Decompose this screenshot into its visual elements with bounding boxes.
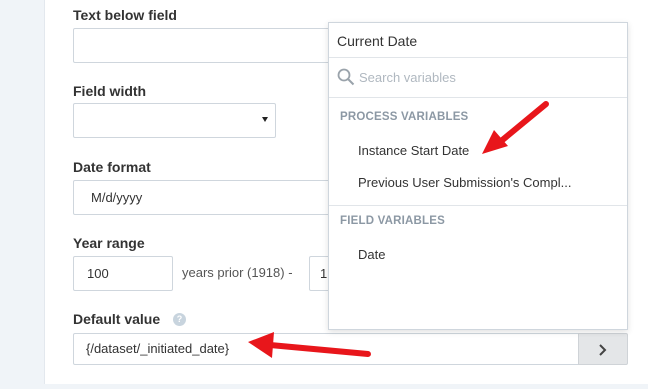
search-variables-input[interactable] [359,67,619,87]
year-range-prior-input[interactable]: 100 [73,256,173,291]
group-process-variables: PROCESS VARIABLES [340,111,469,123]
group-field-variables: FIELD VARIABLES [340,215,446,227]
insert-variable-button[interactable] [578,333,628,365]
divider [329,205,627,206]
years-prior-text: years prior (1918) - [182,265,293,280]
default-value-label: Default value [73,311,161,327]
date-format-label: Date format [73,159,151,175]
text-below-field-input[interactable] [73,28,343,63]
chevron-right-icon [599,344,607,356]
caret-down-icon [262,117,268,122]
date-format-input[interactable]: M/d/yyyy [73,180,343,215]
year-range-label: Year range [73,235,145,251]
variable-item-previous-user-submission[interactable]: Previous User Submission's Compl... [358,175,571,190]
variable-picker-title: Current Date [337,33,418,49]
text-below-field-label: Text below field [73,7,177,23]
field-width-label: Field width [73,83,147,99]
variable-item-date[interactable]: Date [358,247,385,262]
search-icon [337,68,355,86]
field-width-select[interactable] [73,103,276,138]
variable-picker-dropdown: Current Date PROCESS VARIABLES Instance … [328,22,628,330]
annotation-arrow-icon [248,332,371,358]
variable-item-instance-start-date[interactable]: Instance Start Date [358,143,469,158]
annotation-arrow-icon [482,101,549,154]
question-circle-icon[interactable]: ? [173,313,186,326]
divider [329,57,627,58]
